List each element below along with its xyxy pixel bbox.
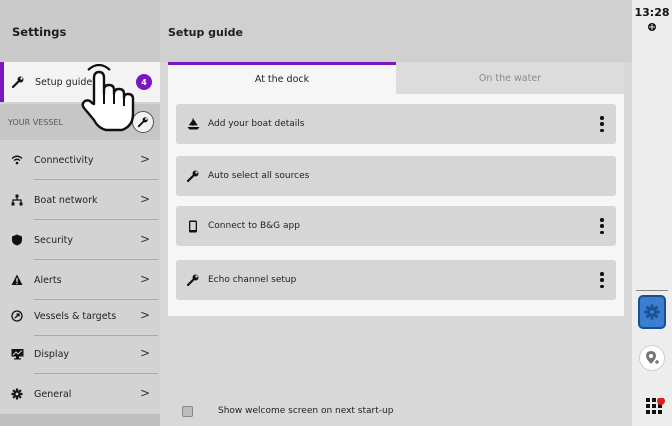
wrench-icon: [186, 169, 200, 183]
more-options-icon[interactable]: [600, 218, 604, 234]
sidebar-item-label: Display: [34, 348, 70, 360]
tab-on-the-water[interactable]: On the water: [396, 62, 624, 94]
add-location-icon: [646, 351, 659, 364]
list-item-connect-app[interactable]: Connect to B&G app: [176, 206, 616, 246]
checkbox-label: Show welcome screen on next start-up: [218, 406, 394, 416]
sidebar-item-label: General: [34, 388, 72, 400]
shield-icon: [10, 233, 24, 247]
welcome-screen-checkbox[interactable]: [182, 405, 193, 417]
warning-icon: [10, 273, 24, 287]
sidebar-item-connectivity[interactable]: Connectivity >: [0, 140, 160, 180]
more-options-icon[interactable]: [600, 116, 604, 132]
gear-icon: [10, 387, 24, 401]
welcome-screen-option: Show welcome screen on next start-up: [160, 396, 632, 426]
satellite-icon: [648, 23, 656, 31]
boat-icon: [186, 117, 200, 131]
sidebar-item-label: Vessels & targets: [34, 310, 117, 322]
target-icon: [10, 309, 24, 323]
row-label: Auto select all sources: [208, 171, 310, 181]
wrench-icon: [11, 75, 25, 89]
more-options-icon[interactable]: [600, 272, 604, 288]
section-label: YOUR VESSEL: [8, 117, 63, 127]
control-button[interactable]: [638, 295, 666, 329]
row-label: Connect to B&G app: [208, 221, 300, 231]
sidebar-item-label: Boat network: [34, 194, 98, 206]
apps-grid-icon[interactable]: [646, 398, 666, 418]
setup-steps-list: Add your boat details Auto select all so…: [168, 94, 624, 316]
chevron-right-icon: >: [139, 152, 150, 166]
gear-icon: [644, 304, 660, 320]
status-bar: 13:28: [632, 0, 672, 426]
network-icon: [10, 193, 24, 207]
page-title: Setup guide: [160, 0, 632, 62]
clock: 13:28: [634, 6, 670, 19]
sidebar-item-alerts[interactable]: Alerts >: [0, 260, 160, 300]
sidebar-item-label: Connectivity: [34, 154, 94, 166]
sidebar-item-boat-network[interactable]: Boat network >: [0, 180, 160, 220]
sidebar-item-label: Security: [34, 234, 74, 246]
chevron-right-icon: >: [139, 308, 150, 322]
list-item-add-boat-details[interactable]: Add your boat details: [176, 104, 616, 144]
add-waypoint-button[interactable]: [639, 345, 665, 371]
tab-at-the-dock[interactable]: At the dock: [168, 62, 396, 94]
sidebar-bottom-item[interactable]: [0, 414, 160, 426]
sidebar-item-security[interactable]: Security >: [0, 220, 160, 260]
divider: [636, 290, 668, 291]
list-item-echo-channel-setup[interactable]: Echo channel setup: [176, 260, 616, 300]
chevron-right-icon: >: [139, 346, 150, 360]
chevron-right-icon: >: [139, 192, 150, 206]
setup-guide-panel: Setup guide At the dock On the water Add…: [160, 0, 632, 426]
display-icon: [10, 347, 24, 361]
hand-pointer-icon: [81, 64, 135, 132]
row-label: Echo channel setup: [208, 275, 297, 285]
phone-icon: [186, 219, 200, 233]
sidebar-item-label: Alerts: [34, 274, 62, 286]
wrench-icon: [186, 273, 200, 287]
sidebar-item-general[interactable]: General >: [0, 374, 160, 414]
chevron-right-icon: >: [139, 272, 150, 286]
row-label: Add your boat details: [208, 119, 305, 129]
sidebar-item-vessels-targets[interactable]: Vessels & targets >: [0, 296, 160, 336]
sidebar-item-display[interactable]: Display >: [0, 334, 160, 374]
chevron-right-icon: >: [139, 232, 150, 246]
sidebar-title: Settings: [0, 0, 160, 62]
list-item-auto-select-sources[interactable]: Auto select all sources: [176, 156, 616, 196]
wifi-icon: [10, 153, 24, 167]
tab-bar: At the dock On the water: [168, 62, 624, 94]
chevron-right-icon: >: [139, 386, 150, 400]
